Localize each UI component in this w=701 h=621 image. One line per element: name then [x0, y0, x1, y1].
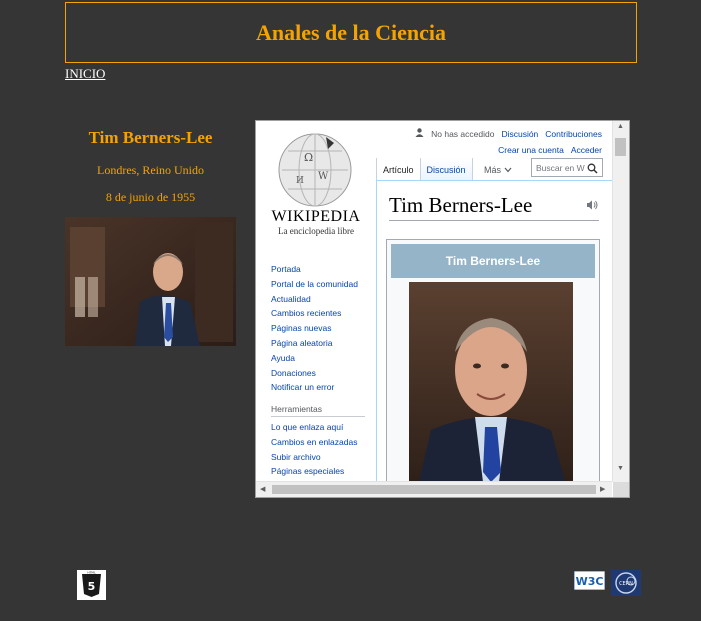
vertical-scrollbar[interactable]: ▲ ▼ — [612, 121, 629, 482]
site-title: Anales de la Ciencia — [255, 19, 447, 45]
person-birthdate: 8 de junio de 1955 — [105, 190, 196, 204]
horizontal-scroll-thumb[interactable] — [272, 485, 596, 494]
nav-link[interactable]: Notificar un error — [271, 380, 371, 395]
login-status: No has accedido — [431, 128, 495, 139]
nav-link[interactable]: Ayuda — [271, 351, 371, 366]
infobox-photo[interactable] — [409, 282, 573, 482]
scroll-down-icon[interactable]: ▼ — [617, 465, 624, 472]
tools-link[interactable]: Páginas especiales — [271, 464, 371, 479]
wikipedia-page: Ω W И WIKIPEDIA La enciclopedia libre Po… — [256, 121, 612, 482]
svg-text:W3C: W3C — [576, 575, 604, 588]
wikipedia-embed[interactable]: Ω W И WIKIPEDIA La enciclopedia libre Po… — [255, 120, 630, 498]
login-link[interactable]: Acceder — [571, 145, 602, 155]
tools-link[interactable]: Lo que enlaza aquí — [271, 420, 371, 435]
speaker-icon[interactable] — [586, 197, 598, 215]
chevron-down-icon — [504, 165, 512, 175]
personal-tools: No has accedido Discusión Contribuciones — [415, 128, 602, 139]
nav-link[interactable]: Páginas nuevas — [271, 321, 371, 336]
svg-text:Ω: Ω — [304, 151, 313, 164]
vertical-scroll-thumb[interactable] — [615, 138, 626, 156]
contributions-link[interactable]: Contribuciones — [545, 129, 602, 139]
nav-link[interactable]: Actualidad — [271, 292, 371, 307]
search-icon[interactable] — [587, 162, 598, 181]
site-header: Anales de la Ciencia — [65, 2, 637, 63]
svg-text:5: 5 — [88, 580, 96, 593]
search-input[interactable]: Buscar en W — [531, 158, 603, 177]
portrait-photo — [65, 217, 236, 346]
horizontal-scrollbar[interactable]: ◀ ▶ — [256, 481, 612, 497]
tools-heading: Herramientas — [271, 404, 365, 417]
page-title: Tim Berners-Lee — [389, 193, 599, 221]
infobox: Tim Berners-Lee — [386, 239, 600, 482]
user-icon — [415, 128, 424, 139]
tab-article[interactable]: Artículo — [376, 158, 421, 180]
nav-link[interactable]: Página aleatoria — [271, 336, 371, 351]
scroll-left-icon[interactable]: ◀ — [260, 485, 265, 493]
nav-link[interactable]: Portada — [271, 262, 371, 277]
account-links: Crear una cuenta Acceder — [498, 145, 602, 155]
svg-text:W: W — [318, 171, 329, 182]
tools-link[interactable]: Subir archivo — [271, 450, 371, 465]
tools-link[interactable]: Cambios en enlazadas — [271, 435, 371, 450]
scroll-right-icon[interactable]: ▶ — [600, 485, 605, 493]
wikipedia-globe-icon[interactable]: Ω W И — [276, 131, 354, 209]
create-account-link[interactable]: Crear una cuenta — [498, 145, 564, 155]
svg-text:HTML: HTML — [87, 571, 96, 575]
cern-icon[interactable]: CERN — [611, 570, 641, 596]
wikipedia-wordmark: WIKIPEDIA — [271, 208, 361, 225]
svg-text:CERN: CERN — [619, 581, 633, 587]
tab-discussion[interactable]: Discusión — [420, 158, 473, 180]
infobox-title: Tim Berners-Lee — [391, 244, 595, 278]
talk-link[interactable]: Discusión — [501, 129, 538, 139]
more-label: Más — [484, 165, 502, 175]
more-menu[interactable]: Más — [484, 160, 512, 180]
wikipedia-tools: Lo que enlaza aquí Cambios en enlazadas … — [271, 420, 371, 479]
wikipedia-tagline: La enciclopedia libre — [278, 226, 354, 236]
page-tabs: Artículo Discusión — [376, 158, 473, 180]
scrollbar-corner — [613, 482, 629, 497]
wikipedia-nav: Portada Portal de la comunidad Actualida… — [271, 262, 371, 395]
person-birthplace: Londres, Reino Unido — [97, 163, 204, 177]
nav-link[interactable]: Portal de la comunidad — [271, 277, 371, 292]
nav-link[interactable]: Cambios recientes — [271, 306, 371, 321]
home-link[interactable]: INICIO — [65, 66, 105, 82]
person-name: Tim Berners-Lee — [88, 128, 213, 147]
scroll-up-icon[interactable]: ▲ — [617, 123, 624, 130]
svg-text:И: И — [296, 176, 304, 186]
nav-link[interactable]: Donaciones — [271, 366, 371, 381]
html5-icon[interactable]: 5 HTML — [77, 570, 106, 600]
search-placeholder: Buscar en W — [536, 163, 585, 173]
w3c-icon[interactable]: W3C — [573, 570, 606, 591]
